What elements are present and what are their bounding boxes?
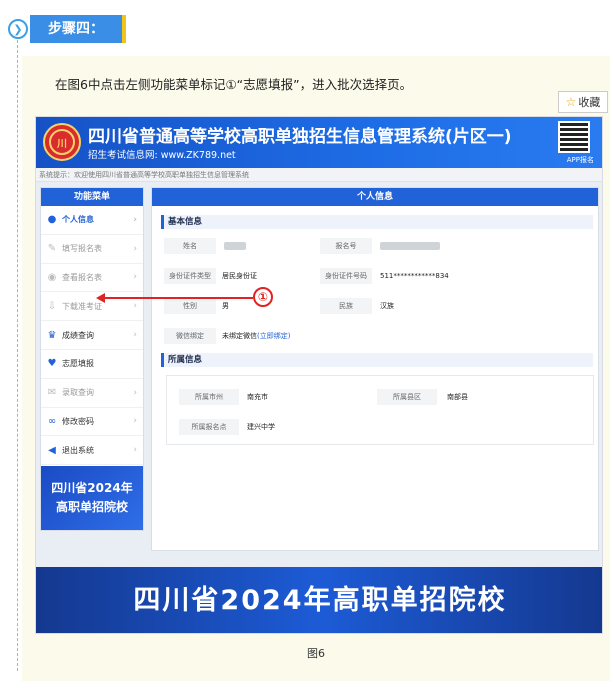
qr-code-icon[interactable] <box>558 121 590 153</box>
dotted-divider <box>17 40 18 671</box>
system-banner: 川 四川省普通高等学校高职单独招生信息管理系统(片区一) 招生考试信息网: ww… <box>36 117 602 168</box>
favorite-label: 收藏 <box>578 96 601 109</box>
wechat-bind-link[interactable]: (立即绑定) <box>257 332 290 340</box>
app-label: APP报名 <box>566 156 594 164</box>
menu-item-label: 填写报名表 <box>62 244 102 254</box>
chevron-right-icon: ❯ <box>8 19 28 39</box>
promo-banner[interactable]: 四川省2024年 高职单招院校 <box>41 466 143 530</box>
affiliation-box: 所属市州 南充市 所属县区 南部县 所属报名点 建兴中学 <box>166 375 594 445</box>
system-notice: 系统提示：欢迎使用四川省普通高等学校高职单独招生信息管理系统 <box>36 168 602 182</box>
annotation-marker: ① <box>253 287 273 307</box>
county-value: 南部县 <box>447 393 468 401</box>
chevron-right-icon: › <box>133 214 137 225</box>
system-subtitle: 招生考试信息网: www.ZK789.net <box>88 150 236 161</box>
page: ❯ 步骤四： 在图6中点击左侧功能菜单标记①“志愿填报”，进入批次选择页。 ☆ … <box>0 0 614 681</box>
logo-icon: 川 <box>43 123 81 161</box>
step-label: 步骤四： <box>30 15 126 43</box>
city-label: 所属市州 <box>179 389 239 405</box>
idno-label: 身份证件号码 <box>320 268 372 284</box>
wechat-status: 未绑定微信 <box>222 332 257 340</box>
regno-label: 报名号 <box>320 238 372 254</box>
favorite-button[interactable]: ☆ 收藏 <box>558 91 608 113</box>
step-header: ❯ 步骤四： <box>8 14 126 44</box>
section-basic-info: 基本信息 <box>161 215 593 229</box>
menu-header: 功能菜单 <box>41 188 143 206</box>
edit-icon: ✎ <box>47 243 57 255</box>
chevron-right-icon: › <box>133 330 137 341</box>
bottom-banner[interactable]: 四川省2024年高职单招院校 <box>36 567 602 633</box>
nation-label: 民族 <box>320 298 372 314</box>
figure-caption: 图6 <box>307 647 325 660</box>
menu-item-label: 退出系统 <box>62 445 94 455</box>
chevron-right-icon: › <box>133 416 137 427</box>
function-menu: 功能菜单 ● 个人信息 › ✎ 填写报名表 › ◉ 查看报名表 › ⇩ 下载准考… <box>40 187 144 531</box>
menu-item-fill-form[interactable]: ✎ 填写报名表 › <box>41 235 143 264</box>
menu-item-label: 录取查询 <box>62 388 94 398</box>
site-label: 所属报名点 <box>179 419 239 435</box>
menu-item-volunteer-fill[interactable]: ♥ 志愿填报 <box>41 350 143 379</box>
county-label: 所属县区 <box>377 389 437 405</box>
city-value: 南充市 <box>247 393 268 401</box>
menu-item-admission-query[interactable]: ✉ 录取查询 › <box>41 379 143 408</box>
user-icon: ● <box>47 214 57 226</box>
promo-line-1: 四川省2024年 <box>51 481 133 495</box>
menu-item-label: 成绩查询 <box>62 330 94 340</box>
menu-item-change-password[interactable]: ∞ 修改密码 › <box>41 408 143 437</box>
annotation-arrow <box>103 297 253 299</box>
nation-value: 汉族 <box>380 302 394 310</box>
menu-item-score-query[interactable]: ♛ 成绩查询 › <box>41 321 143 350</box>
menu-item-label: 查看报名表 <box>62 272 102 282</box>
menu-item-personal-info[interactable]: ● 个人信息 › <box>41 206 143 235</box>
idtype-value: 居民身份证 <box>222 272 257 280</box>
mail-icon: ✉ <box>47 387 57 399</box>
chevron-right-icon: › <box>133 272 137 283</box>
eye-icon: ◉ <box>47 271 57 283</box>
arrow-head-icon <box>96 293 105 303</box>
heart-icon: ♥ <box>47 358 57 370</box>
chevron-right-icon: › <box>133 445 137 456</box>
download-icon: ⇩ <box>47 300 57 312</box>
idno-value: 511************834 <box>380 272 449 280</box>
wechat-label: 微信绑定 <box>164 328 216 344</box>
gender-value: 男 <box>222 302 229 310</box>
name-label: 姓名 <box>164 238 216 254</box>
system-title: 四川省普通高等学校高职单独招生信息管理系统(片区一) <box>88 127 512 147</box>
regno-value-masked <box>380 242 440 250</box>
gender-label: 性别 <box>164 298 216 314</box>
section-affiliation: 所属信息 <box>161 353 593 367</box>
system-screenshot: 川 四川省普通高等学校高职单独招生信息管理系统(片区一) 招生考试信息网: ww… <box>35 116 603 634</box>
wechat-value: 未绑定微信(立即绑定) <box>222 328 290 344</box>
intro-text: 在图6中点击左侧功能菜单标记①“志愿填报”，进入批次选择页。 <box>55 77 413 92</box>
trophy-icon: ♛ <box>47 329 57 341</box>
name-value-masked <box>224 242 246 250</box>
chevron-right-icon: › <box>133 387 137 398</box>
menu-item-label: 修改密码 <box>62 416 94 426</box>
personal-info-panel: 个人信息 基本信息 姓名 报名号 身份证件类型 居民身份证 身份证件号码 511… <box>151 187 599 551</box>
menu-item-label: 个人信息 <box>62 215 94 225</box>
star-icon: ☆ <box>565 95 577 109</box>
menu-item-logout[interactable]: ◀ 退出系统 › <box>41 436 143 466</box>
idtype-label: 身份证件类型 <box>164 268 216 284</box>
site-value: 建兴中学 <box>247 423 275 431</box>
menu-item-view-form[interactable]: ◉ 查看报名表 › <box>41 264 143 293</box>
content-panel: 在图6中点击左侧功能菜单标记①“志愿填报”，进入批次选择页。 ☆ 收藏 川 四川… <box>22 56 610 681</box>
info-header: 个人信息 <box>152 188 598 206</box>
link-icon: ∞ <box>47 415 57 427</box>
back-icon: ◀ <box>48 444 56 456</box>
chevron-right-icon: › <box>133 301 137 312</box>
chevron-right-icon: › <box>133 243 137 254</box>
promo-line-2: 高职单招院校 <box>55 500 128 514</box>
menu-item-label: 志愿填报 <box>62 359 94 369</box>
